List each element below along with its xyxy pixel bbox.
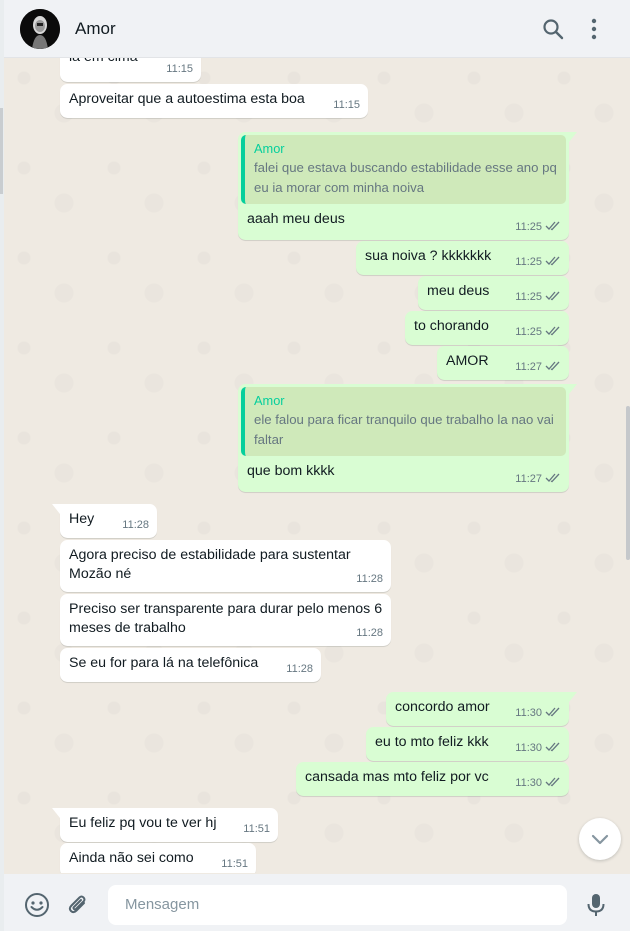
message-incoming[interactable]: Agora preciso de estabilidade para suste…	[60, 540, 391, 592]
message-text: sua noiva ? kkkkkkk	[365, 248, 492, 264]
contact-avatar[interactable]	[20, 9, 60, 49]
message-meta: 11:25	[515, 323, 561, 342]
left-panel-marker	[0, 108, 3, 194]
read-ticks-icon	[545, 473, 560, 483]
chat-scrollbar[interactable]	[626, 406, 630, 560]
quoted-message[interactable]: Amor falei que estava buscando estabilid…	[241, 135, 566, 204]
message-incoming[interactable]: la em cima 11:15	[60, 58, 201, 82]
message-input[interactable]: Mensagem	[108, 885, 567, 925]
message-time: 11:28	[356, 573, 383, 585]
message-text: Eu feliz pq vou te ver hj	[69, 815, 217, 831]
message-time: 11:28	[122, 519, 149, 531]
message-meta: 11:25	[515, 253, 561, 272]
message-incoming[interactable]: Ainda não sei como 11:51	[60, 843, 256, 873]
message-text: que bom kkkk	[247, 463, 335, 479]
message-outgoing[interactable]: Amor ele falou para ficar tranquilo que …	[238, 384, 577, 492]
message-time: 11:30	[515, 707, 542, 719]
read-ticks-icon	[545, 742, 560, 752]
message-text: aaah meu deus	[247, 211, 345, 227]
message-time: 11:51	[243, 823, 270, 835]
message-outgoing[interactable]: Amor falei que estava buscando estabilid…	[238, 132, 577, 240]
message-time: 11:27	[515, 473, 542, 485]
read-ticks-icon	[545, 707, 560, 717]
message-meta: 11:25	[515, 288, 561, 307]
message-list[interactable]: la em cima 11:15 Aproveitar que a autoes…	[4, 58, 630, 873]
quoted-message[interactable]: Amor ele falou para ficar tranquilo que …	[241, 387, 566, 456]
message-time: 11:15	[166, 63, 193, 75]
message-incoming[interactable]: Se eu for para lá na telefônica 11:28	[60, 648, 321, 682]
message-text: Preciso ser transparente para durar pelo…	[69, 601, 383, 636]
message-outgoing[interactable]: to chorando 11:25	[405, 311, 569, 345]
message-time: 11:25	[515, 291, 542, 303]
read-ticks-icon	[545, 221, 560, 231]
message-text: concordo amor	[395, 699, 490, 715]
message-outgoing[interactable]: sua noiva ? kkkkkkk 11:25	[356, 241, 569, 275]
message-meta: 11:27	[515, 358, 561, 377]
message-text: Hey	[69, 511, 95, 527]
message-incoming[interactable]: Eu feliz pq vou te ver hj 11:51	[52, 808, 278, 842]
message-time: 11:25	[515, 221, 542, 233]
message-text: to chorando	[414, 318, 489, 334]
message-text: la em cima	[69, 58, 138, 67]
message-text: meu deus	[427, 283, 490, 299]
message-text: AMOR	[446, 353, 489, 369]
scroll-down-button[interactable]	[579, 818, 621, 860]
emoji-icon[interactable]	[24, 892, 50, 923]
message-text: Se eu for para lá na telefônica	[69, 655, 259, 671]
message-time: 11:25	[515, 326, 542, 338]
quote-author: Amor	[254, 141, 285, 156]
read-ticks-icon	[545, 291, 560, 301]
quote-text: ele falou para ficar tranquilo que traba…	[254, 412, 554, 447]
message-outgoing[interactable]: eu to mto feliz kkk 11:30	[366, 727, 569, 761]
quote-author: Amor	[254, 393, 285, 408]
message-text: eu to mto feliz kkk	[375, 734, 489, 750]
message-outgoing[interactable]: cansada mas mto feliz por vc 11:30	[296, 762, 569, 796]
message-time: 11:15	[333, 99, 360, 111]
message-incoming[interactable]: Aproveitar que a autoestima esta boa 11:…	[60, 84, 368, 118]
mic-icon[interactable]	[583, 892, 609, 923]
chevron-down-icon	[591, 834, 609, 845]
message-input-placeholder: Mensagem	[125, 896, 200, 913]
quote-text: falei que estava buscando estabilidade e…	[254, 160, 557, 195]
message-outgoing[interactable]: concordo amor 11:30	[386, 692, 577, 726]
message-text: cansada mas mto feliz por vc	[305, 769, 489, 785]
attach-icon[interactable]	[65, 892, 91, 923]
message-outgoing[interactable]: meu deus 11:25	[418, 276, 569, 310]
read-ticks-icon	[545, 256, 560, 266]
message-meta: 11:30	[515, 774, 561, 793]
chat-header: Amor	[4, 0, 630, 58]
message-text: Aproveitar que a autoestima esta boa	[69, 91, 305, 107]
message-time: 11:27	[515, 361, 542, 373]
message-meta: 11:30	[515, 739, 561, 758]
message-meta: 11:30	[515, 704, 561, 723]
message-meta: 11:27	[515, 470, 561, 489]
menu-icon[interactable]	[581, 16, 607, 42]
composer: Mensagem	[4, 874, 630, 931]
message-time: 11:51	[221, 858, 248, 870]
message-time: 11:30	[515, 777, 542, 789]
message-incoming[interactable]: Preciso ser transparente para durar pelo…	[60, 594, 391, 646]
message-outgoing[interactable]: AMOR 11:27	[437, 346, 569, 380]
chat-window: Amor la em cima 11:15 Aproveitar que a a…	[4, 0, 630, 931]
read-ticks-icon	[545, 777, 560, 787]
search-icon[interactable]	[540, 16, 566, 42]
message-incoming[interactable]: Hey 11:28	[52, 504, 157, 538]
message-text: Agora preciso de estabilidade para suste…	[69, 547, 351, 582]
read-ticks-icon	[545, 361, 560, 371]
message-time: 11:30	[515, 742, 542, 754]
read-ticks-icon	[545, 326, 560, 336]
message-time: 11:28	[286, 663, 313, 675]
message-meta: 11:25	[515, 218, 561, 237]
message-text: Ainda não sei como	[69, 850, 194, 866]
message-time: 11:25	[515, 256, 542, 268]
message-time: 11:28	[356, 627, 383, 639]
contact-name[interactable]: Amor	[75, 19, 116, 39]
